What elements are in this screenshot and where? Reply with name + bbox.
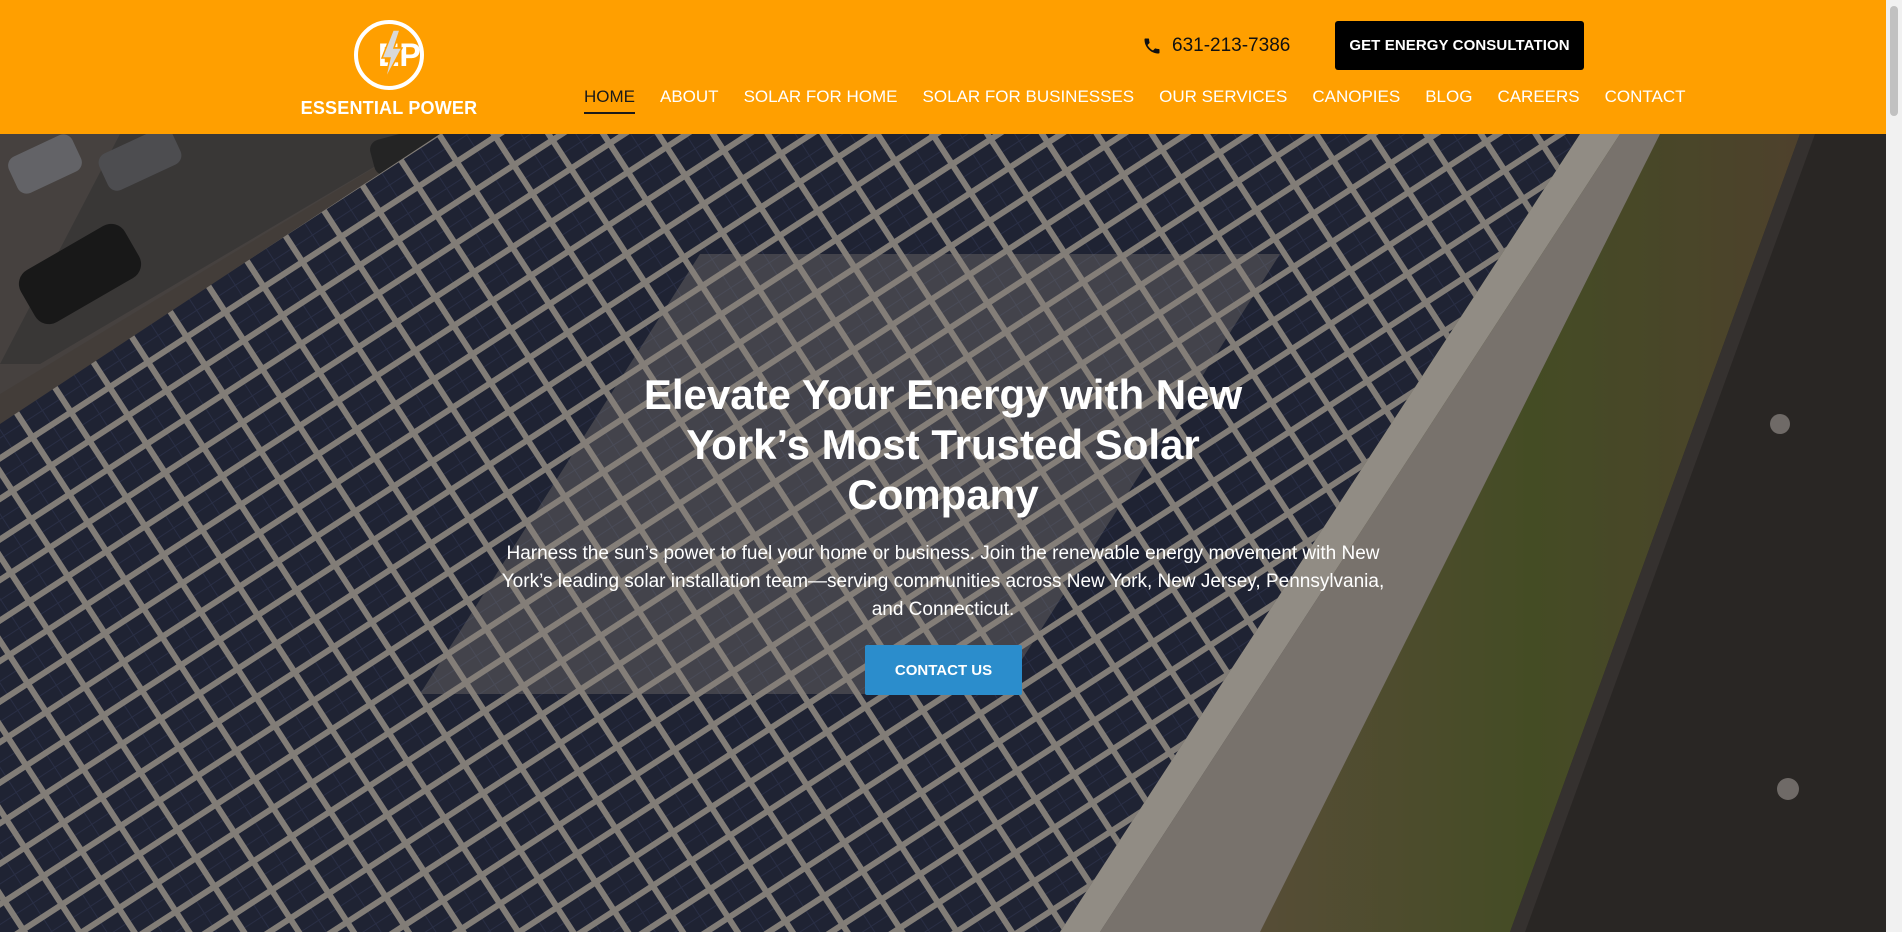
phone-number: 631-213-7386 bbox=[1172, 35, 1291, 56]
nav-careers[interactable]: CAREERS bbox=[1497, 84, 1579, 112]
nav-about[interactable]: ABOUT bbox=[660, 84, 719, 112]
contact-us-button[interactable]: CONTACT US bbox=[865, 645, 1022, 695]
site-header: EP ESSENTIAL POWER 631-213-7386 GET ENER… bbox=[0, 0, 1886, 134]
nav-blog[interactable]: BLOG bbox=[1425, 84, 1472, 112]
scrollbar-thumb[interactable] bbox=[1890, 6, 1898, 116]
nav-canopies[interactable]: CANOPIES bbox=[1312, 84, 1400, 112]
get-energy-consultation-button[interactable]: GET ENERGY CONSULTATION bbox=[1335, 21, 1584, 70]
header-phone[interactable]: 631-213-7386 bbox=[1142, 32, 1290, 60]
nav-our-services[interactable]: OUR SERVICES bbox=[1159, 84, 1287, 112]
logo-text: ESSENTIAL POWER bbox=[300, 98, 478, 118]
hero-title: Elevate Your Energy with New York’s Most… bbox=[643, 371, 1243, 518]
logo[interactable]: EP ESSENTIAL POWER bbox=[300, 18, 478, 118]
logo-bolt-icon: EP bbox=[354, 20, 424, 90]
page-scrollbar[interactable] bbox=[1886, 0, 1902, 932]
main-nav: HOME ABOUT SOLAR FOR HOME SOLAR FOR BUSI… bbox=[584, 84, 1686, 116]
phone-icon bbox=[1144, 38, 1160, 54]
hero-section: Elevate Your Energy with New York’s Most… bbox=[0, 134, 1886, 932]
nav-contact[interactable]: CONTACT bbox=[1605, 84, 1686, 112]
nav-solar-for-home[interactable]: SOLAR FOR HOME bbox=[744, 84, 898, 112]
hero-overlay bbox=[0, 134, 1886, 932]
nav-solar-for-businesses[interactable]: SOLAR FOR BUSINESSES bbox=[923, 84, 1135, 112]
nav-home[interactable]: HOME bbox=[584, 84, 635, 114]
hero-subtitle: Harness the sun’s power to fuel your hom… bbox=[501, 543, 1385, 620]
